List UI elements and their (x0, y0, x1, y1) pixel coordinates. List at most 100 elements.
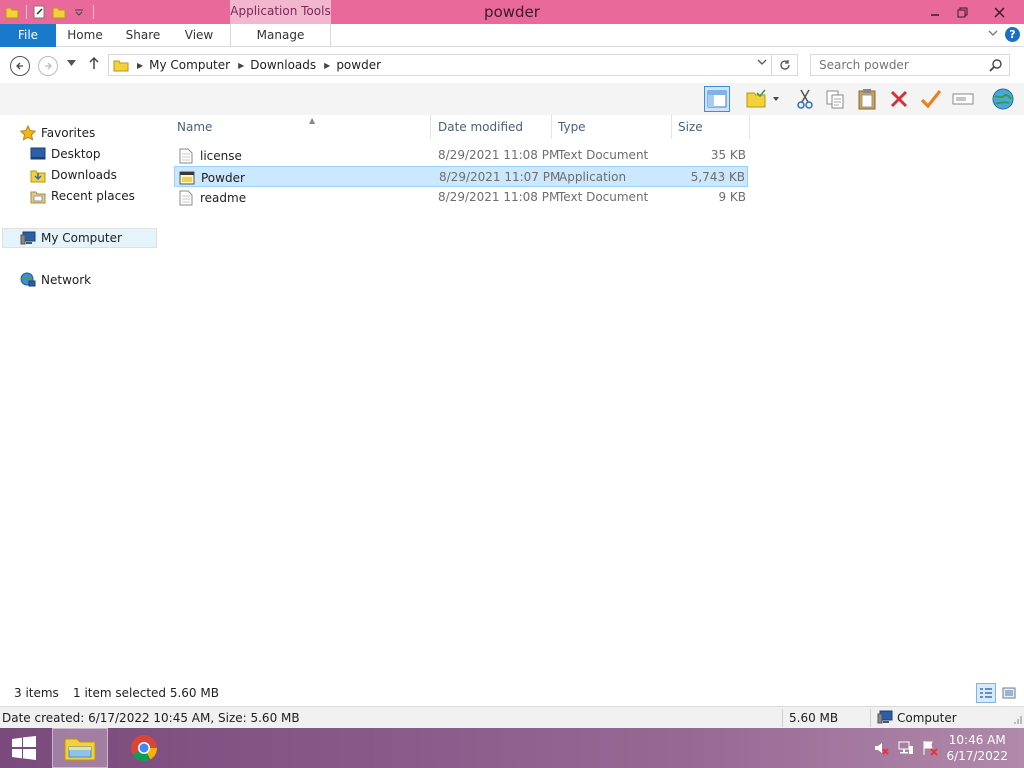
nav-item-my-computer[interactable]: My Computer (2, 228, 157, 248)
network-icon (20, 272, 36, 288)
file-type: Application (559, 170, 627, 184)
preview-pane-button[interactable] (704, 86, 730, 112)
tab-view[interactable]: View (178, 24, 220, 47)
recent-locations-icon[interactable] (67, 59, 76, 69)
expand-ribbon-icon[interactable] (988, 27, 998, 40)
details-view-button[interactable] (976, 683, 996, 703)
table-row[interactable]: readme 8/29/2021 11:08 PM Text Document … (174, 187, 748, 208)
title-bar: Application Tools powder (0, 0, 1024, 24)
rename-icon[interactable] (950, 86, 976, 112)
divider (782, 709, 783, 727)
column-header-size[interactable]: Size (672, 115, 750, 139)
checkmark-icon[interactable] (918, 86, 944, 112)
details-size: 5.60 MB (789, 711, 839, 725)
text-document-icon (178, 148, 194, 164)
back-button[interactable] (10, 56, 30, 76)
globe-icon[interactable] (990, 86, 1016, 112)
desktop-icon (30, 146, 46, 162)
taskbar-clock[interactable]: 10:46 AM 6/17/2022 (946, 732, 1008, 764)
minimize-button[interactable] (920, 0, 950, 24)
search-box[interactable] (810, 54, 1010, 76)
taskbar-file-explorer[interactable] (52, 728, 108, 768)
nav-item-network[interactable]: Network (20, 270, 91, 290)
file-size: 5,743 KB (690, 170, 745, 184)
recent-places-icon (30, 188, 46, 204)
selection-info: 1 item selected 5.60 MB (73, 686, 219, 700)
taskbar-chrome[interactable] (116, 728, 172, 768)
file-name-cell: readme (178, 187, 246, 208)
nav-item-downloads[interactable]: Downloads (30, 165, 117, 185)
computer-icon (877, 710, 893, 727)
restore-button[interactable] (947, 0, 977, 24)
network-tray-icon[interactable] (898, 740, 914, 756)
tab-file[interactable]: File (0, 24, 56, 47)
nav-item-recent-places[interactable]: Recent places (30, 186, 135, 206)
nav-label: My Computer (41, 231, 122, 245)
cut-icon[interactable] (792, 86, 818, 112)
file-type: Text Document (558, 148, 649, 162)
start-button[interactable] (0, 728, 48, 768)
large-icons-view-button[interactable] (999, 683, 1019, 703)
column-header-type[interactable]: Type (552, 115, 672, 139)
sort-ascending-icon: ▲ (309, 116, 316, 125)
file-explorer-icon (64, 738, 96, 761)
copy-icon[interactable] (822, 86, 848, 112)
chevron-right-icon[interactable]: ▶ (324, 61, 330, 70)
address-dropdown-icon[interactable] (757, 58, 767, 69)
up-button[interactable] (88, 56, 100, 74)
breadcrumb-my-computer[interactable]: My Computer (149, 58, 230, 72)
nav-item-desktop[interactable]: Desktop (30, 144, 101, 164)
search-input[interactable] (819, 58, 987, 72)
column-header-name[interactable]: Name ▲ (171, 115, 431, 139)
file-size: 9 KB (718, 190, 746, 204)
chevron-right-icon[interactable]: ▶ (238, 61, 244, 70)
forward-button[interactable] (38, 56, 58, 76)
folder-icon[interactable] (4, 4, 20, 20)
folder-icon (113, 58, 129, 72)
help-icon[interactable]: ? (1005, 27, 1020, 42)
application-icon (179, 170, 195, 186)
organize-folder-button[interactable] (744, 86, 780, 112)
customize-qat-icon[interactable] (71, 4, 87, 20)
tab-share[interactable]: Share (120, 24, 166, 47)
paste-icon[interactable] (854, 86, 880, 112)
new-folder-icon[interactable] (51, 4, 67, 20)
volume-muted-icon[interactable] (873, 740, 889, 756)
clock-time: 10:46 AM (948, 733, 1006, 747)
close-button[interactable] (982, 0, 1016, 24)
column-header-date[interactable]: Date modified (432, 115, 552, 139)
refresh-button[interactable] (772, 54, 798, 76)
file-date: 8/29/2021 11:08 PM (438, 190, 560, 204)
nav-label: Downloads (51, 168, 117, 182)
chevron-right-icon[interactable]: ▶ (137, 61, 143, 70)
breadcrumb-downloads[interactable]: Downloads (250, 58, 316, 72)
nav-favorites[interactable]: Favorites (20, 123, 95, 143)
table-row[interactable]: license 8/29/2021 11:08 PM Text Document… (174, 145, 748, 166)
taskbar: 10:46 AM 6/17/2022 (0, 728, 1024, 768)
search-icon[interactable] (989, 58, 1003, 75)
resize-grip-icon[interactable] (1012, 713, 1022, 728)
file-name-cell: Powder (179, 167, 245, 188)
nav-label: Network (41, 273, 92, 287)
file-name-cell: license (178, 145, 242, 166)
clock-date: 6/17/2022 (946, 749, 1008, 763)
tab-manage[interactable]: Manage (230, 24, 331, 47)
table-row-selected[interactable]: Powder 8/29/2021 11:07 PM Application 5,… (174, 166, 748, 187)
properties-icon[interactable] (31, 4, 47, 20)
file-size: 35 KB (710, 148, 746, 162)
action-center-flag-icon[interactable] (922, 740, 938, 756)
breadcrumb-powder[interactable]: powder (336, 58, 381, 72)
file-list: Name ▲ Date modified Type Size license 8… (160, 115, 1024, 680)
star-icon (20, 125, 36, 141)
file-name: Powder (201, 170, 245, 185)
tab-home[interactable]: Home (62, 24, 108, 47)
address-row: ▶ My Computer ▶ Downloads ▶ powder (0, 47, 1024, 83)
file-name: readme (200, 190, 247, 205)
item-count: 3 items (14, 686, 59, 700)
file-date: 8/29/2021 11:08 PM (438, 148, 560, 162)
chrome-icon (131, 735, 158, 762)
nav-label: Recent places (51, 189, 135, 203)
delete-icon[interactable] (886, 86, 912, 112)
address-bar[interactable]: ▶ My Computer ▶ Downloads ▶ powder (108, 54, 772, 76)
window-title: powder (484, 3, 540, 21)
